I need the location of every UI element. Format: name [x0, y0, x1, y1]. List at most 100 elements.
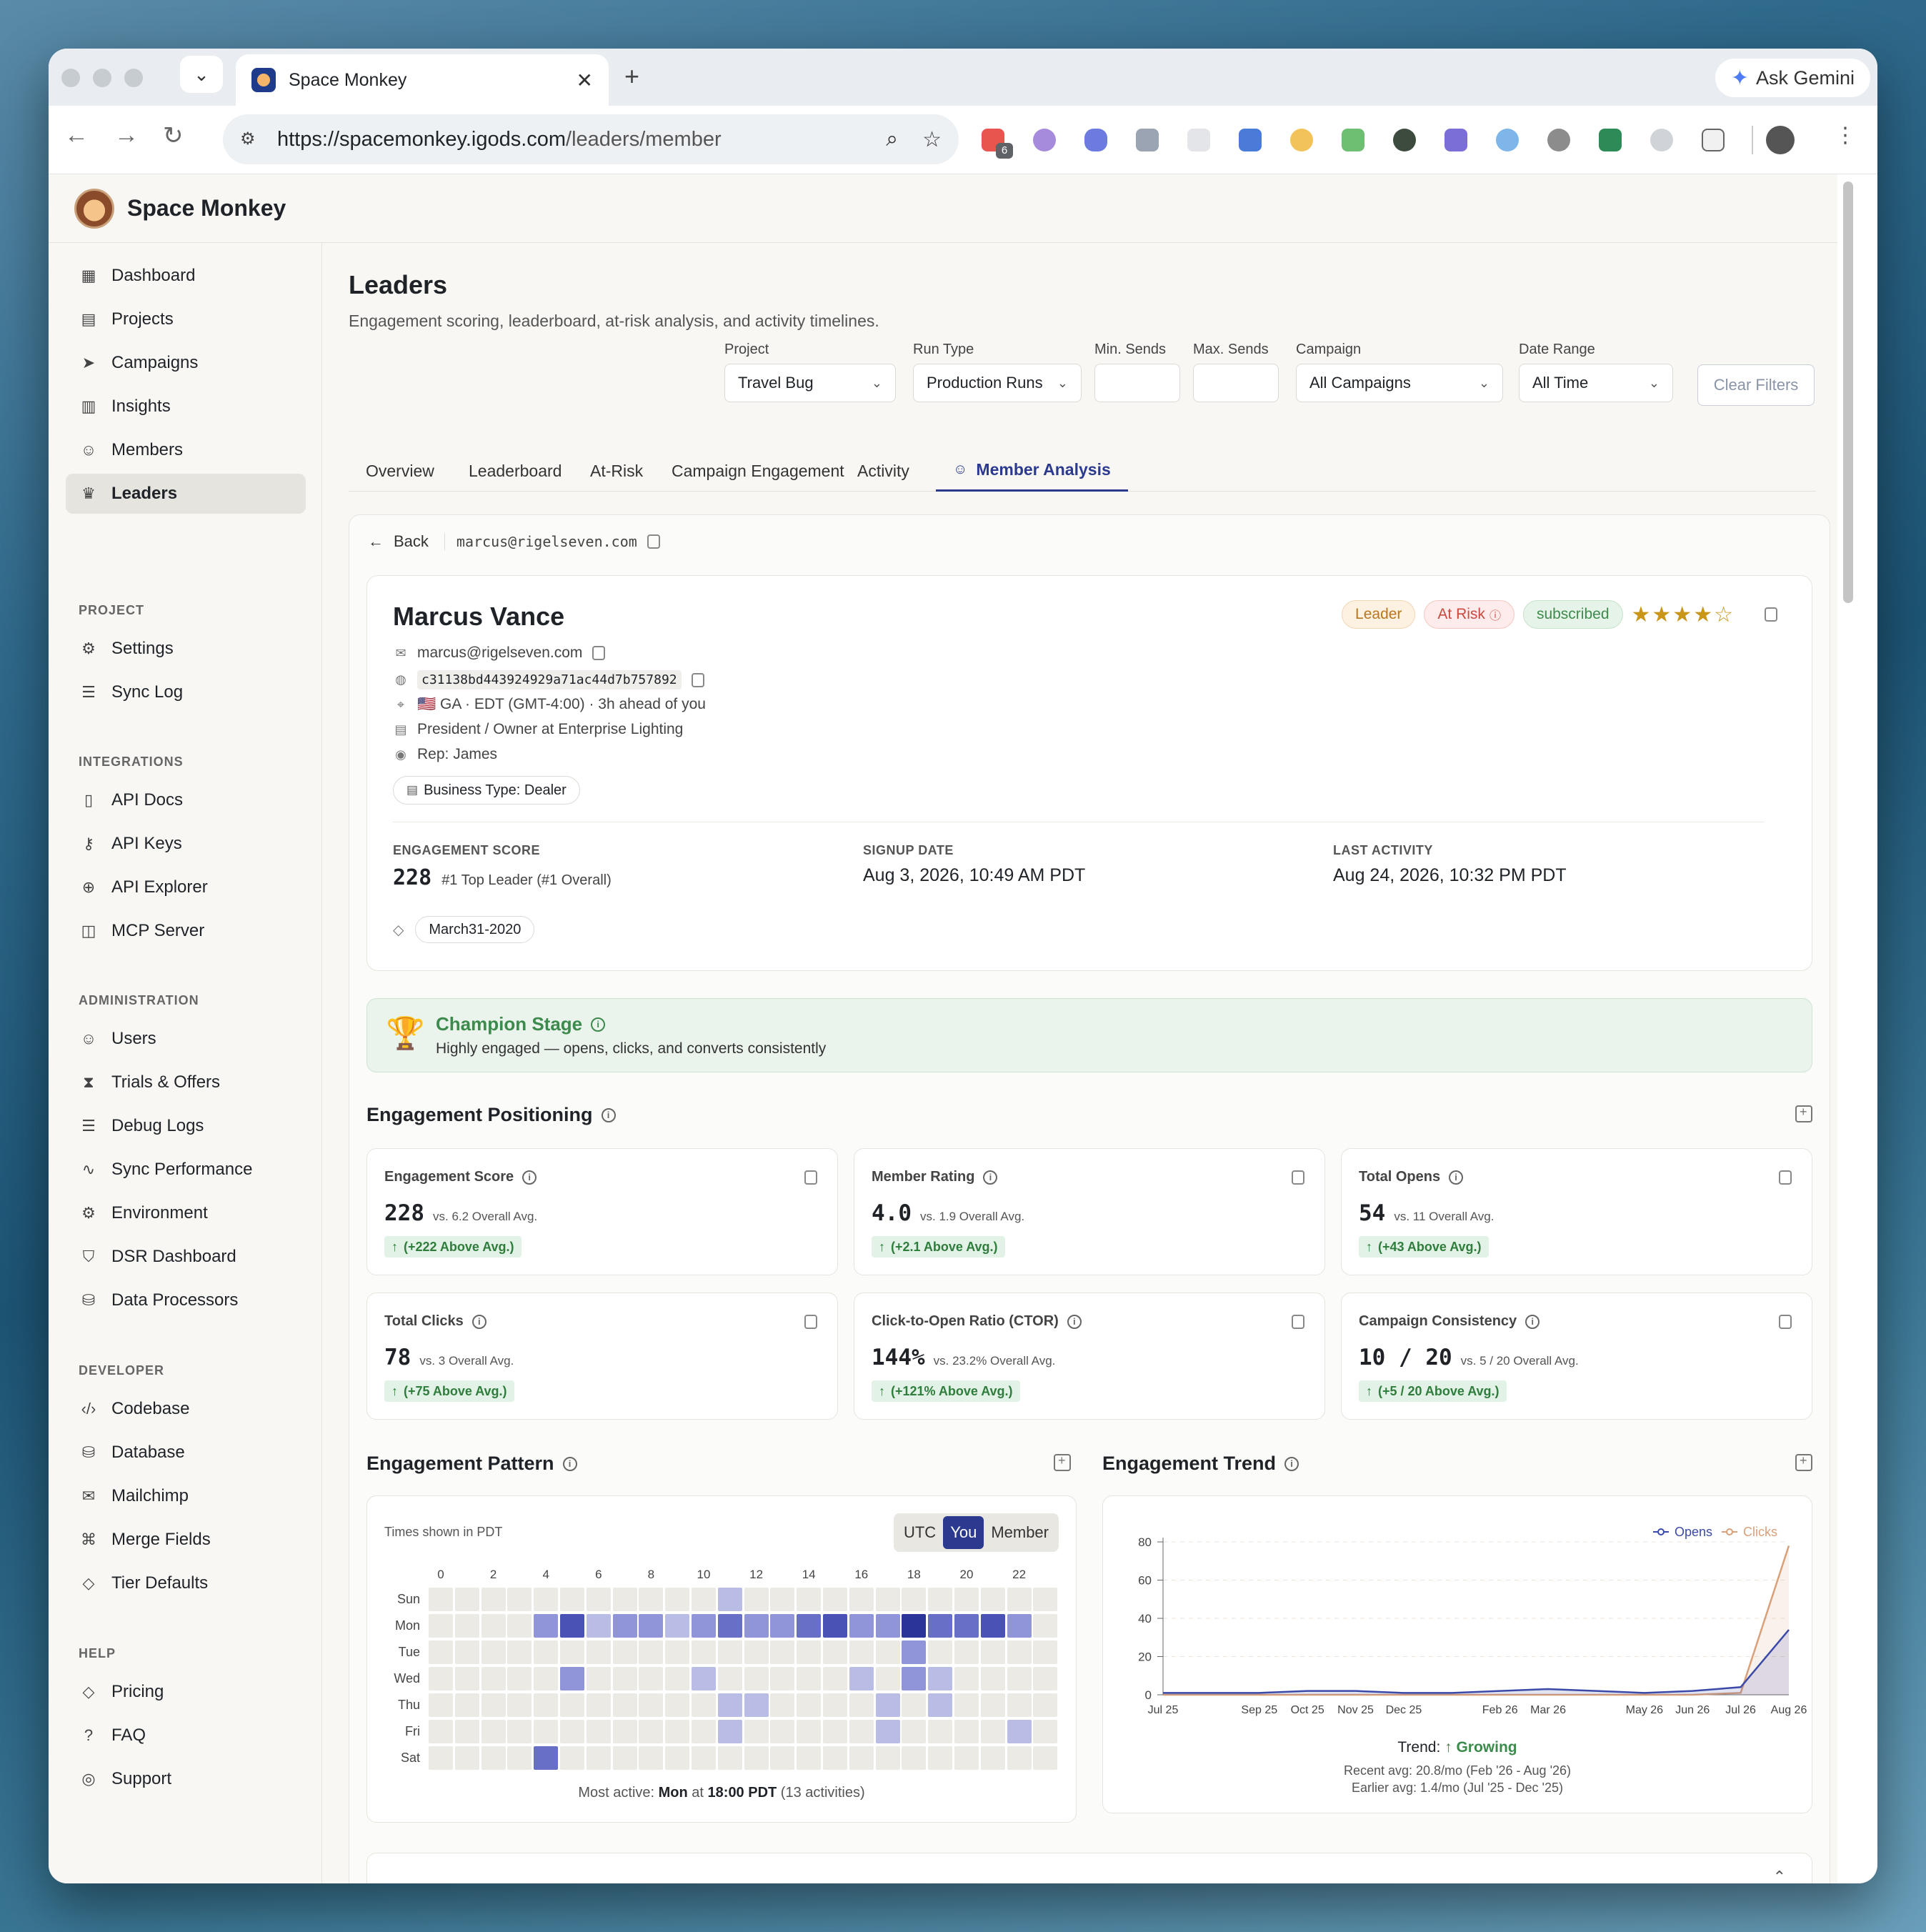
heatmap-cell[interactable]	[612, 1640, 637, 1664]
space-monkey-logo[interactable]	[74, 188, 114, 229]
minimize-window-button[interactable]	[93, 69, 111, 87]
tab-campaign-engagement[interactable]: Campaign Engagement	[654, 450, 862, 492]
heatmap-cell[interactable]	[534, 1667, 559, 1690]
sidebar-item-data-processors[interactable]: ⛁ Data Processors	[66, 1280, 306, 1320]
info-icon[interactable]: i	[1449, 1170, 1464, 1185]
heatmap-cell[interactable]	[1033, 1746, 1058, 1770]
heatmap-cell[interactable]	[980, 1720, 1005, 1743]
heatmap-cell[interactable]	[770, 1693, 795, 1717]
heatmap-cell[interactable]	[507, 1640, 532, 1664]
zoom-window-button[interactable]	[124, 69, 143, 87]
heatmap-cell[interactable]	[692, 1720, 716, 1743]
extension-w-icon[interactable]	[1547, 129, 1570, 151]
heatmap-cell[interactable]	[1007, 1640, 1032, 1664]
sidebar-item-api-explorer[interactable]: ⊕ API Explorer	[66, 867, 306, 907]
copy-icon[interactable]	[691, 672, 704, 687]
heatmap-cell[interactable]	[875, 1640, 900, 1664]
heatmap-cell[interactable]	[954, 1720, 979, 1743]
heatmap-cell[interactable]	[586, 1746, 611, 1770]
heatmap-cell[interactable]	[612, 1693, 637, 1717]
heatmap-cell[interactable]	[429, 1667, 453, 1690]
heatmap-cell[interactable]	[454, 1693, 479, 1717]
add-to-report-button[interactable]	[1054, 1453, 1071, 1475]
heatmap-cell[interactable]	[849, 1720, 874, 1743]
heatmap-cell[interactable]	[665, 1640, 690, 1664]
heatmap-cell[interactable]	[1007, 1746, 1032, 1770]
forward-arrow-icon[interactable]: →	[114, 121, 139, 149]
info-icon[interactable]: i	[562, 1456, 577, 1471]
reload-icon[interactable]: ↻	[163, 121, 184, 150]
heatmap-cell[interactable]	[823, 1746, 847, 1770]
heatmap-cell[interactable]	[1033, 1640, 1058, 1664]
heatmap-cell[interactable]	[429, 1640, 453, 1664]
heatmap-cell[interactable]	[560, 1746, 584, 1770]
url-text[interactable]: https://spacemonkey.igods.com/leaders/me…	[277, 128, 862, 151]
heatmap-cell[interactable]	[954, 1640, 979, 1664]
add-to-report-button[interactable]	[1795, 1453, 1812, 1475]
heatmap-cell[interactable]	[665, 1614, 690, 1638]
tab-activity[interactable]: Activity	[840, 450, 927, 492]
heatmap-cell[interactable]	[639, 1667, 664, 1690]
heatmap-cell[interactable]	[639, 1720, 664, 1743]
extension-satellite-icon[interactable]	[1136, 129, 1159, 151]
sidebar-item-debug-logs[interactable]: ☰ Debug Logs	[66, 1106, 306, 1146]
heatmap-cell[interactable]	[797, 1693, 822, 1717]
heatmap-cell[interactable]	[875, 1667, 900, 1690]
heatmap-cell[interactable]	[797, 1746, 822, 1770]
heatmap-cell[interactable]	[534, 1640, 559, 1664]
heatmap-cell[interactable]	[534, 1693, 559, 1717]
copy-icon[interactable]	[804, 1315, 817, 1329]
heatmap-cell[interactable]	[612, 1720, 637, 1743]
extensions-puzzle-icon[interactable]	[1702, 129, 1725, 151]
heatmap-cell[interactable]	[954, 1614, 979, 1638]
heatmap-cell[interactable]	[454, 1746, 479, 1770]
heatmap-cell[interactable]	[797, 1640, 822, 1664]
ask-gemini-button[interactable]: ✦ Ask Gemini	[1715, 59, 1870, 97]
sidebar-item-codebase[interactable]: ‹/› Codebase	[66, 1389, 306, 1429]
heatmap-cell[interactable]	[797, 1720, 822, 1743]
heatmap-cell[interactable]	[481, 1640, 506, 1664]
min-sends-input[interactable]	[1094, 364, 1180, 402]
heatmap-cell[interactable]	[849, 1667, 874, 1690]
heatmap-cell[interactable]	[770, 1614, 795, 1638]
heatmap-cell[interactable]	[744, 1667, 769, 1690]
heatmap-cell[interactable]	[797, 1614, 822, 1638]
tab-overview[interactable]: Overview	[349, 450, 451, 492]
heatmap-cell[interactable]	[1033, 1667, 1058, 1690]
campaign-select[interactable]: All Campaigns ⌄	[1296, 364, 1503, 402]
heatmap-cell[interactable]	[717, 1667, 742, 1690]
heatmap-cell[interactable]	[717, 1614, 742, 1638]
extension-download-icon[interactable]	[1650, 129, 1673, 151]
heatmap-cell[interactable]	[928, 1614, 953, 1638]
heatmap-cell[interactable]	[954, 1667, 979, 1690]
heatmap-cell[interactable]	[902, 1667, 927, 1690]
heatmap-cell[interactable]	[1007, 1720, 1032, 1743]
heatmap-cell[interactable]	[744, 1693, 769, 1717]
heatmap-cell[interactable]	[1007, 1614, 1032, 1638]
extension-chart-icon[interactable]	[1599, 129, 1622, 151]
sidebar-item-projects[interactable]: ▤ Projects	[66, 299, 306, 339]
run-type-select[interactable]: Production Runs ⌄	[913, 364, 1082, 402]
profile-avatar[interactable]	[1766, 126, 1795, 154]
copy-icon[interactable]	[804, 1170, 817, 1185]
close-window-button[interactable]	[61, 69, 80, 87]
max-sends-input[interactable]	[1193, 364, 1279, 402]
info-icon[interactable]: i	[1067, 1314, 1082, 1329]
heatmap-cell[interactable]	[902, 1588, 927, 1611]
heatmap-cell[interactable]	[507, 1746, 532, 1770]
heatmap-cell[interactable]	[454, 1640, 479, 1664]
heatmap-cell[interactable]	[980, 1693, 1005, 1717]
extension-duck-icon[interactable]	[1290, 129, 1313, 151]
heatmap-cell[interactable]	[639, 1746, 664, 1770]
heatmap-cell[interactable]	[902, 1746, 927, 1770]
sidebar-item-environment[interactable]: ⚙ Environment	[66, 1193, 306, 1233]
sidebar-item-merge-fields[interactable]: ⌘ Merge Fields	[66, 1520, 306, 1560]
extension-circle-icon[interactable]	[1393, 129, 1416, 151]
heatmap-cell[interactable]	[823, 1588, 847, 1611]
copy-icon[interactable]	[1292, 1170, 1304, 1185]
sidebar-item-trials-offers[interactable]: ⧗ Trials & Offers	[66, 1062, 306, 1102]
copy-icon[interactable]	[1765, 607, 1777, 622]
heatmap-cell[interactable]	[429, 1746, 453, 1770]
scrollbar[interactable]	[1837, 174, 1857, 1883]
heatmap-cell[interactable]	[429, 1693, 453, 1717]
